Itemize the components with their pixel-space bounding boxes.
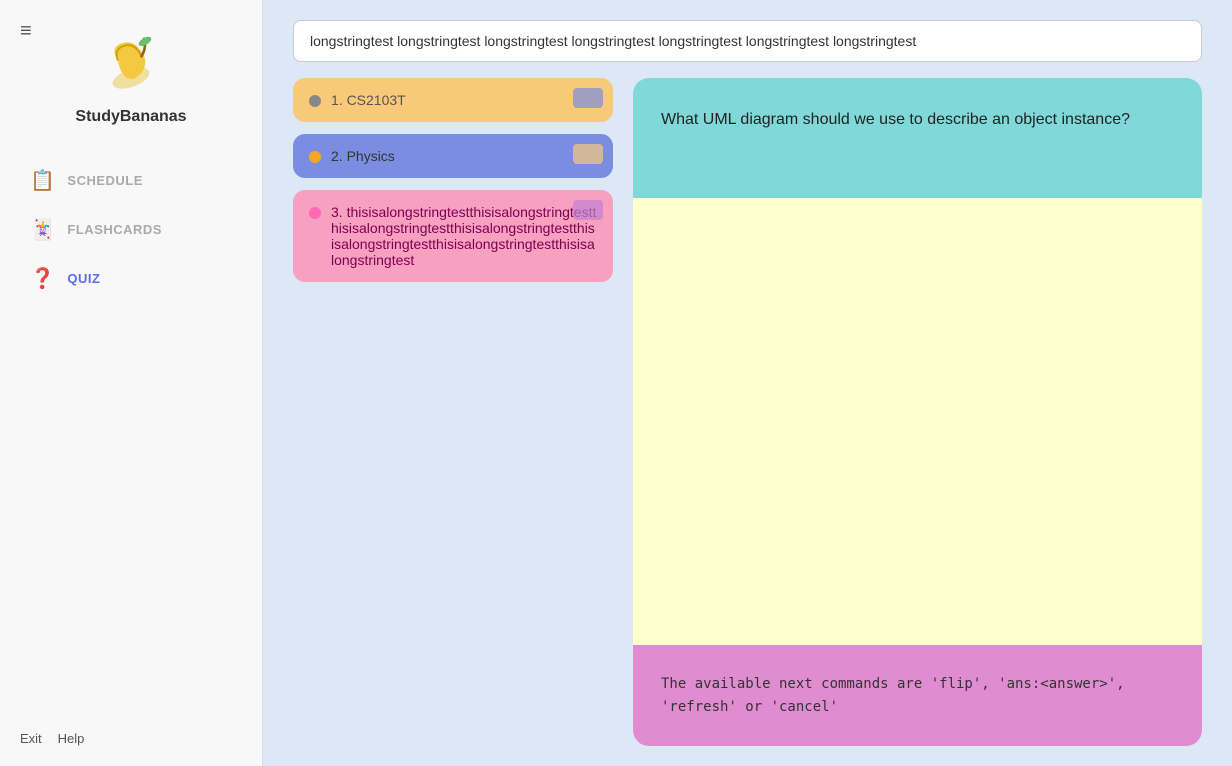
card-answer <box>633 198 1202 645</box>
main-content: longstringtest longstringtest longstring… <box>263 0 1232 766</box>
deck-item-physics[interactable]: 2. Physics <box>293 134 613 178</box>
deck-tab <box>573 200 603 220</box>
sidebar: ≡ StudyBananas 📋 SCHEDULE 🃏 FLASHCARDS ❓… <box>0 0 263 766</box>
schedule-label: SCHEDULE <box>67 173 143 188</box>
app-logo <box>96 30 166 100</box>
help-link[interactable]: Help <box>58 731 85 746</box>
deck-item-cs2103t[interactable]: 1. CS2103T <box>293 78 613 122</box>
flashcard-area: What UML diagram should we use to descri… <box>633 78 1202 746</box>
deck-dot <box>309 95 321 107</box>
quiz-icon: ❓ <box>30 266 55 291</box>
app-title: StudyBananas <box>75 108 186 126</box>
deck-dot <box>309 207 321 219</box>
menu-icon[interactable]: ≡ <box>20 20 32 43</box>
flashcards-icon: 🃏 <box>30 217 55 242</box>
sidebar-footer: Exit Help <box>20 731 84 746</box>
exit-link[interactable]: Exit <box>20 731 42 746</box>
content-area: 1. CS2103T 2. Physics 3. thisisalongstri… <box>293 78 1202 746</box>
sidebar-item-quiz[interactable]: ❓ QUIZ <box>0 254 262 303</box>
deck-label: 3. thisisalongstringtestthisisalongstrin… <box>331 204 597 268</box>
schedule-icon: 📋 <box>30 168 55 193</box>
deck-label: 2. Physics <box>331 148 395 164</box>
card-commands: The available next commands are 'flip', … <box>633 645 1202 746</box>
deck-tab <box>573 88 603 108</box>
logo-area: StudyBananas <box>75 30 186 126</box>
deck-dot <box>309 151 321 163</box>
deck-list: 1. CS2103T 2. Physics 3. thisisalongstri… <box>293 78 613 746</box>
quiz-label: QUIZ <box>67 271 100 286</box>
card-question: What UML diagram should we use to descri… <box>633 78 1202 198</box>
sidebar-item-schedule[interactable]: 📋 SCHEDULE <box>0 156 262 205</box>
deck-tab <box>573 144 603 164</box>
deck-item-longstring[interactable]: 3. thisisalongstringtestthisisalongstrin… <box>293 190 613 282</box>
flashcards-label: FLASHCARDS <box>67 222 162 237</box>
search-bar[interactable]: longstringtest longstringtest longstring… <box>293 20 1202 62</box>
deck-label: 1. CS2103T <box>331 92 406 108</box>
sidebar-item-flashcards[interactable]: 🃏 FLASHCARDS <box>0 205 262 254</box>
